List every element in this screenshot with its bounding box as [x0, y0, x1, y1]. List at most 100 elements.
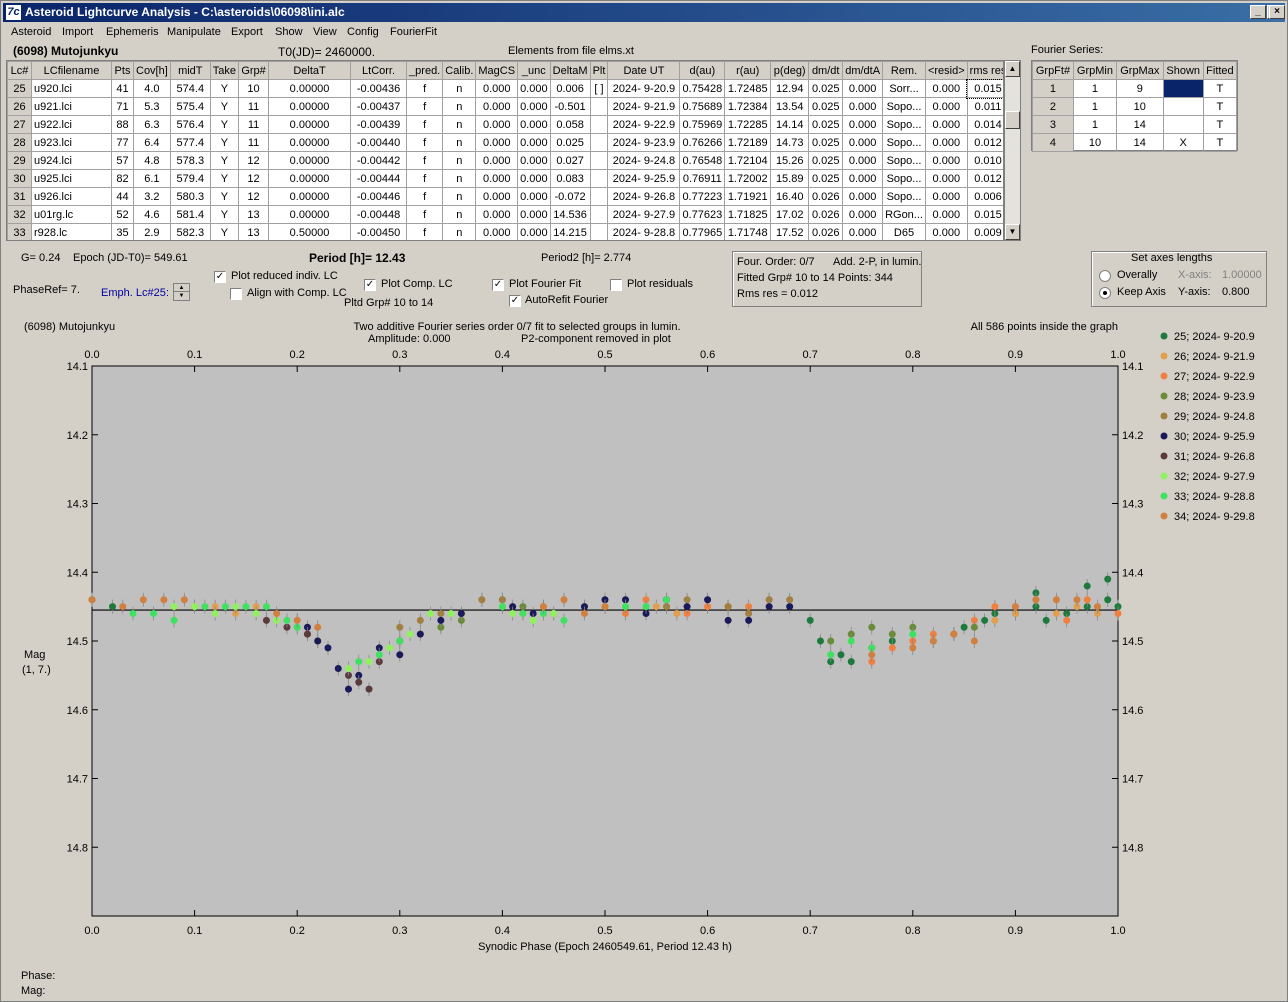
lc-col-header[interactable]: Cov[h]: [133, 61, 171, 80]
lc-col-header[interactable]: _pred.: [406, 61, 444, 80]
table-cell[interactable]: 0.000: [475, 151, 519, 170]
table-cell[interactable]: 1.72189: [724, 133, 772, 152]
lc-col-header[interactable]: Grp#: [238, 61, 270, 80]
table-cell[interactable]: n: [442, 97, 477, 116]
fs-cell[interactable]: 3: [1032, 115, 1074, 134]
table-cell[interactable]: 11: [238, 133, 270, 152]
table-cell[interactable]: 11: [238, 97, 270, 116]
fs-cell[interactable]: [1162, 97, 1204, 116]
lc-col-header[interactable]: midT: [169, 61, 211, 80]
close-icon[interactable]: ×: [1269, 5, 1285, 19]
table-cell[interactable]: 2.9: [133, 223, 171, 240]
table-cell[interactable]: 41: [111, 79, 134, 98]
table-cell[interactable]: 2024- 9-26.8: [607, 187, 681, 206]
table-cell[interactable]: r928.lc: [31, 223, 112, 240]
fs-cell[interactable]: 1: [1032, 79, 1074, 98]
table-cell[interactable]: 0.026: [808, 187, 844, 206]
table-cell[interactable]: Sopo...: [882, 151, 926, 170]
menu-import[interactable]: Import: [62, 26, 93, 38]
table-cell[interactable]: 2024- 9-25.9: [607, 169, 681, 188]
table-cell[interactable]: 575.4: [169, 97, 211, 116]
table-cell[interactable]: 0.025: [808, 115, 844, 134]
table-cell[interactable]: [589, 115, 609, 134]
table-cell[interactable]: [589, 223, 609, 240]
table-cell[interactable]: Sopo...: [882, 169, 926, 188]
keep-axis-radio[interactable]: [1099, 287, 1111, 299]
table-cell[interactable]: -0.00450: [350, 223, 408, 240]
table-cell[interactable]: u922.lci: [31, 115, 112, 134]
table-cell[interactable]: 27: [7, 115, 32, 134]
table-row[interactable]: 26 u921.lci 71 5.3 575.4 Y 11 0.00000 -0.00437 f n…: [7, 97, 1003, 116]
table-cell[interactable]: 0.00000: [268, 169, 352, 188]
table-cell[interactable]: 13: [238, 205, 270, 224]
table-cell[interactable]: 1.72104: [724, 151, 772, 170]
table-cell[interactable]: -0.00444: [350, 169, 408, 188]
table-cell[interactable]: n: [442, 79, 477, 98]
fs-cell[interactable]: 1: [1072, 79, 1117, 98]
table-cell[interactable]: 0.75689: [679, 97, 726, 116]
table-cell[interactable]: 581.4: [169, 205, 211, 224]
table-cell[interactable]: 13: [238, 223, 270, 240]
table-cell[interactable]: 0.000: [475, 223, 519, 240]
align-checkbox[interactable]: [230, 288, 242, 300]
lc-col-header[interactable]: Calib.: [442, 61, 477, 80]
period-label[interactable]: Period [h]= 12.43: [309, 251, 405, 265]
table-cell[interactable]: 0.000: [475, 133, 519, 152]
fs-cell[interactable]: T: [1202, 79, 1238, 98]
table-cell[interactable]: 6.4: [133, 133, 171, 152]
fs-col-header[interactable]: Shown: [1162, 61, 1204, 80]
table-row[interactable]: 29 u924.lci 57 4.8 578.3 Y 12 0.00000 -0.00442 f n…: [7, 151, 1003, 170]
fs-cell[interactable]: 9: [1115, 79, 1164, 98]
fs-cell[interactable]: T: [1202, 115, 1238, 134]
table-cell[interactable]: 0.000: [517, 223, 551, 240]
table-cell[interactable]: -0.00440: [350, 133, 408, 152]
table-cell[interactable]: 0.000: [517, 97, 551, 116]
table-scrollbar[interactable]: ▲ ▼: [1004, 60, 1021, 241]
fs-cell[interactable]: 4: [1032, 133, 1074, 152]
table-cell[interactable]: 4.6: [133, 205, 171, 224]
table-cell[interactable]: 0.083: [549, 169, 591, 188]
fs-cell[interactable]: 2: [1032, 97, 1074, 116]
scroll-up-icon[interactable]: ▲: [1005, 61, 1020, 77]
table-cell[interactable]: 0.000: [924, 151, 968, 170]
table-cell[interactable]: 5.3: [133, 97, 171, 116]
table-cell[interactable]: 2024- 9-24.8: [607, 151, 681, 170]
table-cell[interactable]: -0.00448: [350, 205, 408, 224]
table-cell[interactable]: u923.lci: [31, 133, 112, 152]
table-cell[interactable]: [589, 133, 609, 152]
table-cell[interactable]: u925.lci: [31, 169, 112, 188]
table-cell[interactable]: 28: [7, 133, 32, 152]
table-cell[interactable]: Sopo...: [882, 187, 926, 206]
table-cell[interactable]: f: [406, 115, 444, 134]
scroll-thumb[interactable]: [1005, 111, 1020, 129]
lc-col-header[interactable]: dm/dt: [808, 61, 844, 80]
table-cell[interactable]: 0.76548: [679, 151, 726, 170]
table-cell[interactable]: 0.000: [842, 133, 884, 152]
table-cell[interactable]: Y: [209, 133, 240, 152]
table-cell[interactable]: 0.000: [924, 97, 968, 116]
table-cell[interactable]: 29: [7, 151, 32, 170]
table-cell[interactable]: 0.000: [475, 169, 519, 188]
plot-panel[interactable]: (6098) Mutojunkyu Two additive Fourier se…: [19, 314, 1269, 966]
xaxis-value[interactable]: 1.00000: [1222, 269, 1262, 281]
table-cell[interactable]: 0.000: [475, 187, 519, 206]
table-cell[interactable]: 0.00000: [268, 79, 352, 98]
table-cell[interactable]: Sopo...: [882, 97, 926, 116]
table-cell[interactable]: -0.072: [549, 187, 591, 206]
table-cell[interactable]: 30: [7, 169, 32, 188]
fs-row[interactable]: 3 1 14 T: [1032, 115, 1238, 134]
spin-up-icon[interactable]: ▲: [174, 284, 189, 292]
table-cell[interactable]: 0.000: [517, 133, 551, 152]
table-cell[interactable]: 574.4: [169, 79, 211, 98]
fs-cell[interactable]: [1162, 79, 1204, 98]
table-cell[interactable]: 1.72285: [724, 115, 772, 134]
table-cell[interactable]: 0.77623: [679, 205, 726, 224]
table-cell[interactable]: 0.015: [966, 205, 1003, 224]
fs-cell[interactable]: 1: [1072, 115, 1117, 134]
table-cell[interactable]: 0.000: [924, 133, 968, 152]
fs-col-header[interactable]: Fitted: [1202, 61, 1238, 80]
table-cell[interactable]: 0.015: [966, 78, 1003, 99]
table-cell[interactable]: 0.000: [475, 115, 519, 134]
table-cell[interactable]: [589, 169, 609, 188]
menu-fourierfit[interactable]: FourierFit: [390, 26, 437, 38]
